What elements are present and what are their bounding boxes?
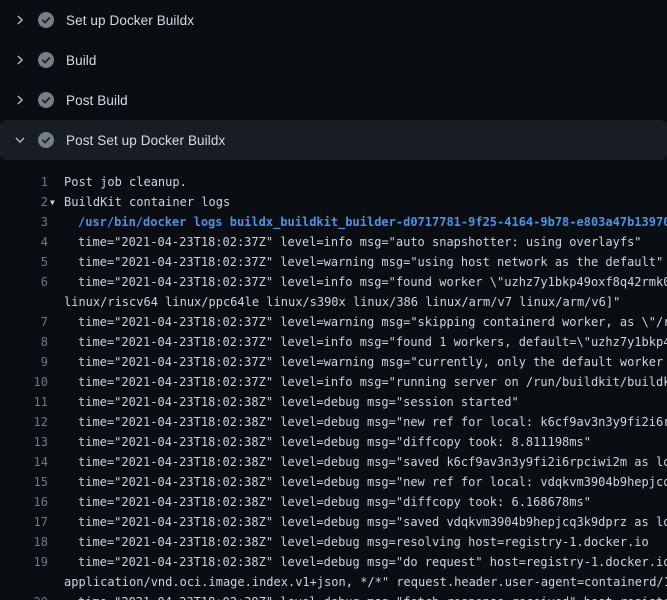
check-circle-icon	[38, 132, 54, 148]
log-line: 11time="2021-04-23T18:02:38Z" level=debu…	[0, 392, 667, 412]
log-line-text[interactable]: ▼ BuildKit container logs	[48, 192, 230, 212]
log-line-text: time="2021-04-23T18:02:37Z" level=info m…	[48, 232, 642, 252]
group-title: BuildKit container logs	[64, 195, 230, 209]
actions-log-viewer: Set up Docker Buildx Build Post Build Post …	[0, 0, 667, 600]
log-line: 5time="2021-04-23T18:02:37Z" level=warni…	[0, 252, 667, 272]
log-line: 6time="2021-04-23T18:02:37Z" level=info …	[0, 272, 667, 292]
step-section-header[interactable]: Post Set up Docker Buildx	[0, 120, 667, 160]
log-line-number[interactable]: 10	[0, 372, 48, 392]
log-line-number[interactable]: 3	[0, 212, 48, 232]
step-section-header[interactable]: Build	[0, 40, 667, 80]
group-collapse-triangle-icon[interactable]: ▼	[50, 193, 58, 212]
check-circle-icon	[38, 52, 54, 68]
log-line-number[interactable]: 5	[0, 252, 48, 272]
log-line-text: time="2021-04-23T18:02:38Z" level=debug …	[48, 452, 667, 472]
log-line: 3/usr/bin/docker logs buildx_buildkit_bu…	[0, 212, 667, 232]
log-line: 4time="2021-04-23T18:02:37Z" level=info …	[0, 232, 667, 252]
log-line-number[interactable]: 15	[0, 472, 48, 492]
log-line-text: Post job cleanup.	[48, 172, 187, 192]
log-line-text: time="2021-04-23T18:02:37Z" level=warnin…	[48, 312, 667, 332]
log-line: 8time="2021-04-23T18:02:37Z" level=info …	[0, 332, 667, 352]
log-line: 19time="2021-04-23T18:02:38Z" level=debu…	[0, 552, 667, 572]
log-line-number[interactable]: 17	[0, 512, 48, 532]
check-circle-icon	[38, 92, 54, 108]
step-section-label: Build	[66, 53, 97, 68]
log-line-text: application/vnd.oci.image.index.v1+json,…	[48, 572, 667, 592]
log-line-number[interactable]	[0, 292, 48, 312]
log-line-number[interactable]: 8	[0, 332, 48, 352]
log-line-text: time="2021-04-23T18:02:37Z" level=warnin…	[48, 352, 667, 372]
log-line-number[interactable]: 18	[0, 532, 48, 552]
log-line-number[interactable]: 14	[0, 452, 48, 472]
log-line-text: time="2021-04-23T18:02:38Z" level=debug …	[48, 592, 667, 600]
log-line-text: linux/riscv64 linux/ppc64le linux/s390x …	[48, 292, 620, 312]
log-line-number[interactable]: 2	[0, 192, 48, 212]
log-line: 1Post job cleanup.	[0, 172, 667, 192]
log-line: 16time="2021-04-23T18:02:38Z" level=debu…	[0, 492, 667, 512]
log-line: linux/riscv64 linux/ppc64le linux/s390x …	[0, 292, 667, 312]
log-line-text: time="2021-04-23T18:02:37Z" level=warnin…	[48, 252, 663, 272]
log-line-text: time="2021-04-23T18:02:38Z" level=debug …	[48, 532, 649, 552]
steps-list: Set up Docker Buildx Build Post Build Post …	[0, 0, 667, 600]
log-line-text: time="2021-04-23T18:02:37Z" level=info m…	[48, 372, 667, 392]
log-line-text: time="2021-04-23T18:02:37Z" level=info m…	[48, 272, 667, 292]
log-line-text: time="2021-04-23T18:02:38Z" level=debug …	[48, 552, 667, 572]
log-line-text: time="2021-04-23T18:02:38Z" level=debug …	[48, 472, 667, 492]
log-line-number[interactable]: 20	[0, 592, 48, 600]
log-line-number[interactable]	[0, 572, 48, 592]
log-line: 2▼ BuildKit container logs	[0, 192, 667, 212]
log-line-number[interactable]: 19	[0, 552, 48, 572]
log-line: 7time="2021-04-23T18:02:37Z" level=warni…	[0, 312, 667, 332]
chevron-right-icon	[12, 92, 28, 108]
log-line: 14time="2021-04-23T18:02:38Z" level=debu…	[0, 452, 667, 472]
chevron-right-icon	[12, 12, 28, 28]
log-line: application/vnd.oci.image.index.v1+json,…	[0, 572, 667, 592]
log-line-text: time="2021-04-23T18:02:38Z" level=debug …	[48, 512, 667, 532]
log-line: 9time="2021-04-23T18:02:37Z" level=warni…	[0, 352, 667, 372]
log-line-number[interactable]: 16	[0, 492, 48, 512]
log-line-number[interactable]: 6	[0, 272, 48, 292]
log-line-text: time="2021-04-23T18:02:38Z" level=debug …	[48, 432, 591, 452]
step-log-output: 1Post job cleanup.2▼ BuildKit container l…	[0, 160, 667, 600]
log-line: 18time="2021-04-23T18:02:38Z" level=debu…	[0, 532, 667, 552]
chevron-down-icon	[12, 132, 28, 148]
log-line-number[interactable]: 7	[0, 312, 48, 332]
log-line-number[interactable]: 1	[0, 172, 48, 192]
log-line: 15time="2021-04-23T18:02:38Z" level=debu…	[0, 472, 667, 492]
log-line: 10time="2021-04-23T18:02:37Z" level=info…	[0, 372, 667, 392]
log-line-number[interactable]: 12	[0, 412, 48, 432]
log-line: 12time="2021-04-23T18:02:38Z" level=debu…	[0, 412, 667, 432]
step-section-header[interactable]: Set up Docker Buildx	[0, 0, 667, 40]
step-section-label: Post Build	[66, 93, 128, 108]
step-section-header[interactable]: Post Build	[0, 80, 667, 120]
log-line: 13time="2021-04-23T18:02:38Z" level=debu…	[0, 432, 667, 452]
log-line-text: time="2021-04-23T18:02:37Z" level=info m…	[48, 332, 667, 352]
log-line-number[interactable]: 4	[0, 232, 48, 252]
log-line-number[interactable]: 13	[0, 432, 48, 452]
chevron-right-icon	[12, 52, 28, 68]
log-line-text: time="2021-04-23T18:02:38Z" level=debug …	[48, 492, 591, 512]
log-line-text: time="2021-04-23T18:02:38Z" level=debug …	[48, 412, 667, 432]
log-line: 17time="2021-04-23T18:02:38Z" level=debu…	[0, 512, 667, 532]
log-command-text: /usr/bin/docker logs buildx_buildkit_bui…	[48, 212, 667, 232]
log-line-number[interactable]: 9	[0, 352, 48, 372]
step-section-label: Post Set up Docker Buildx	[66, 133, 225, 148]
step-section-label: Set up Docker Buildx	[66, 13, 194, 28]
log-line-number[interactable]: 11	[0, 392, 48, 412]
log-line: 20time="2021-04-23T18:02:38Z" level=debu…	[0, 592, 667, 600]
log-line-text: time="2021-04-23T18:02:38Z" level=debug …	[48, 392, 519, 412]
check-circle-icon	[38, 12, 54, 28]
